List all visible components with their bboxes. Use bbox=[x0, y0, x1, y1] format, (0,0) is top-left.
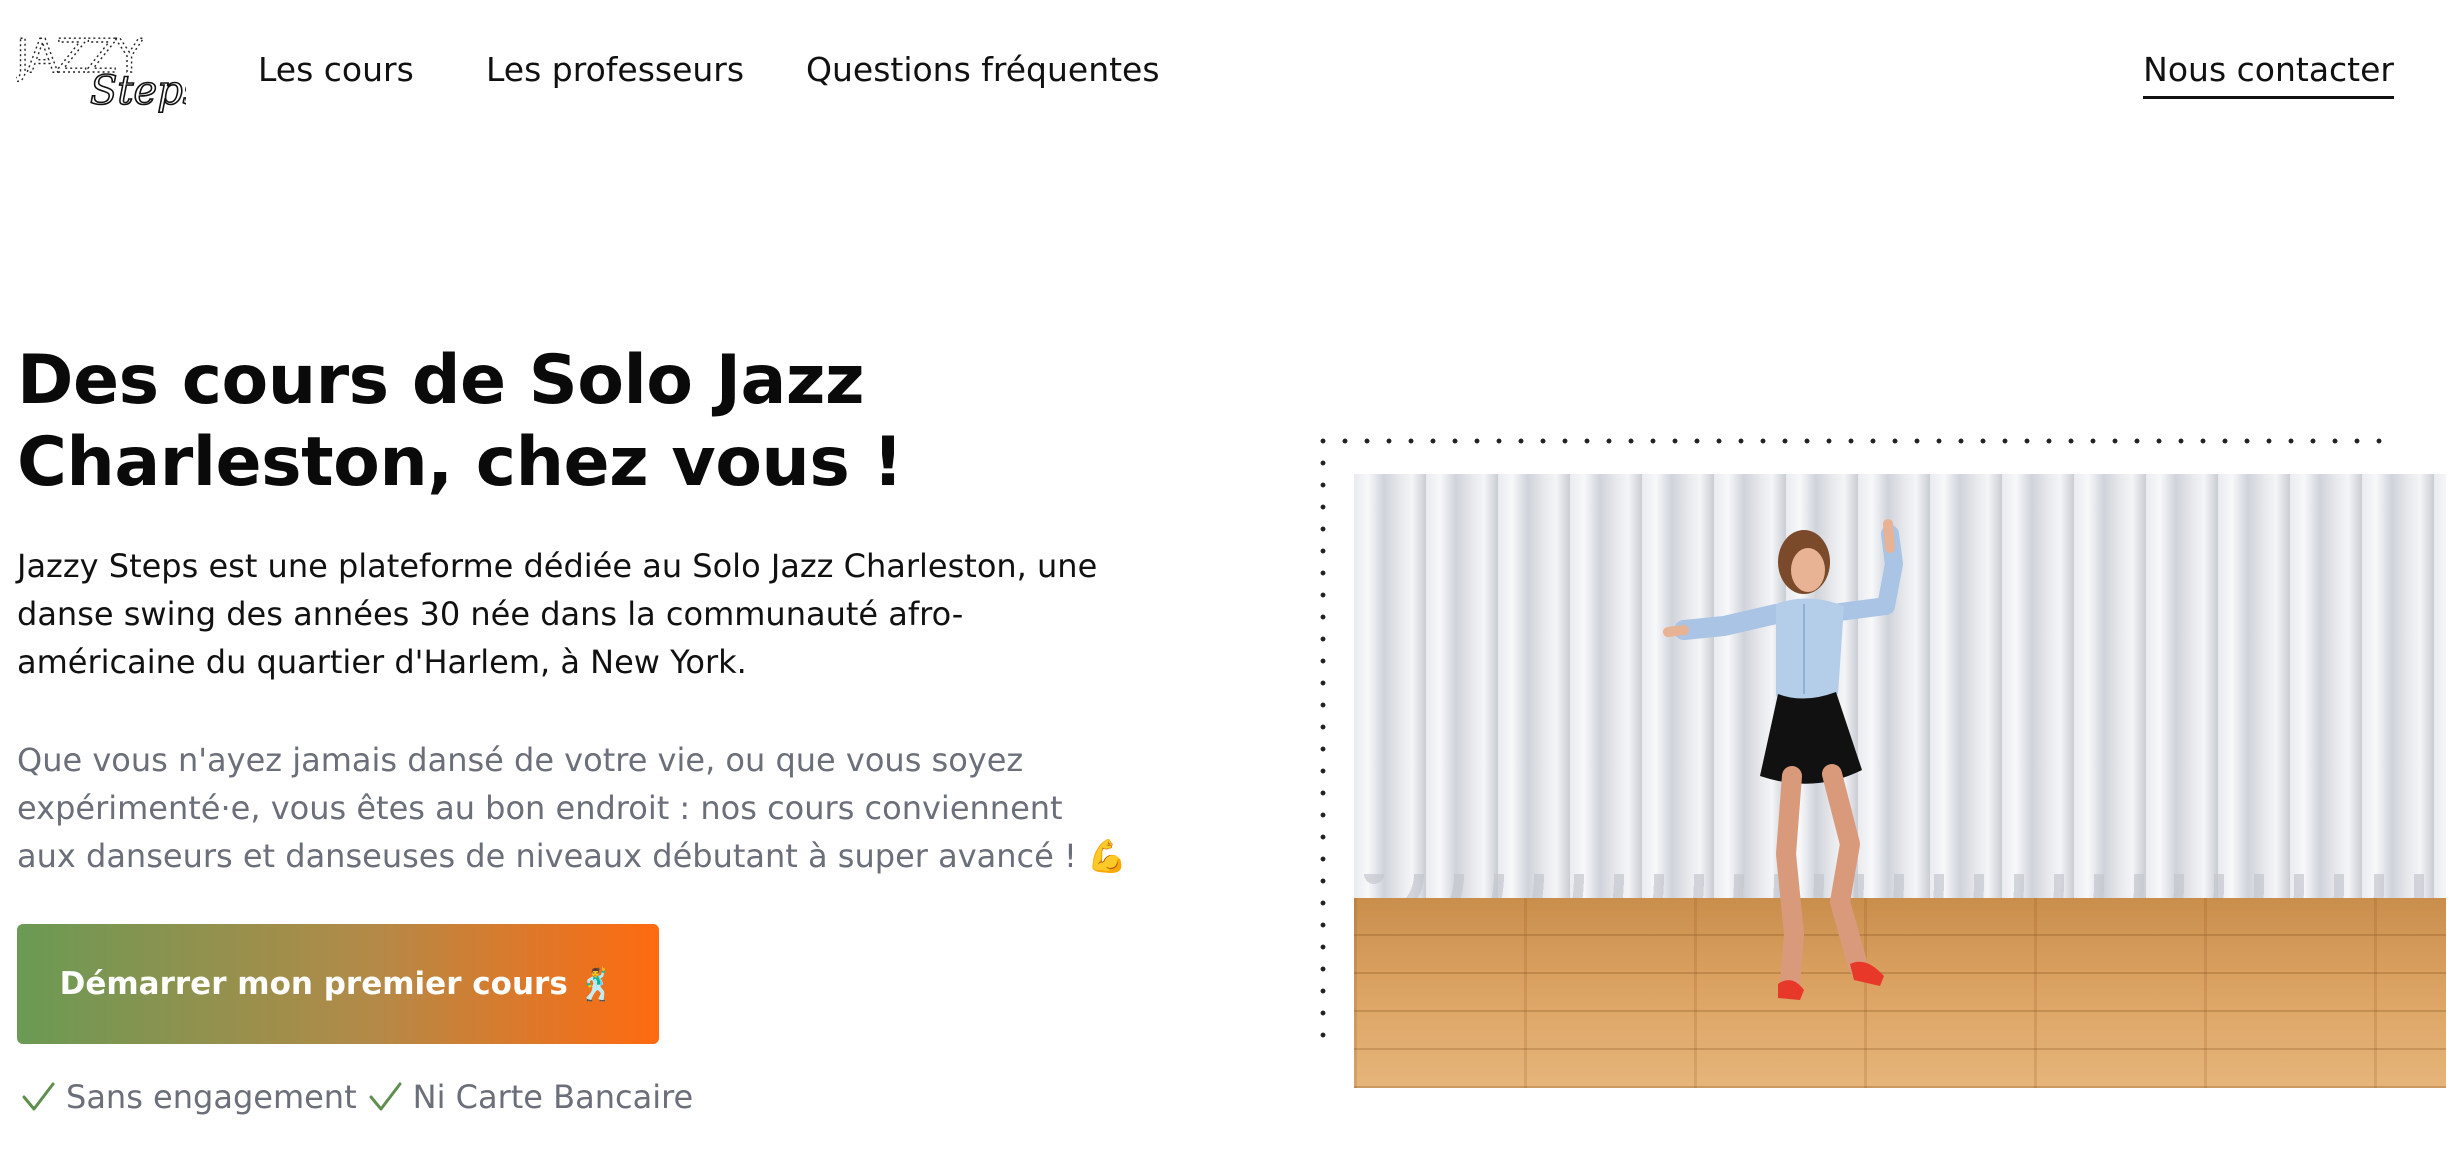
perks-row: Sans engagement Ni Carte Bancaire bbox=[20, 1075, 693, 1119]
check-icon bbox=[369, 1082, 402, 1111]
nav-teachers[interactable]: Les professeurs bbox=[486, 50, 744, 89]
jazzy-steps-logo[interactable]: JAZZY Steps bbox=[16, 28, 186, 114]
dancer-emoji: 🕺 bbox=[577, 966, 617, 1003]
check-icon bbox=[22, 1082, 55, 1111]
nav-courses[interactable]: Les cours bbox=[258, 50, 414, 89]
start-first-course-button[interactable]: Démarrer mon premier cours 🕺 bbox=[17, 924, 659, 1044]
hero-dance-video[interactable] bbox=[1354, 474, 2446, 1088]
perk-no-credit-card: Ni Carte Bancaire bbox=[412, 1078, 694, 1116]
perk-no-commitment: Sans engagement bbox=[66, 1078, 357, 1116]
cta-label: Démarrer mon premier cours bbox=[59, 966, 568, 1002]
dotted-decoration-left bbox=[1312, 452, 1338, 1044]
hero-sub-paragraph: Que vous n'ayez jamais dansé de votre vi… bbox=[17, 741, 1127, 875]
landing-page: JAZZY Steps Les cours Les professeurs Qu… bbox=[0, 0, 2464, 1154]
hero-lead-paragraph: Jazzy Steps est une plateforme dédiée au… bbox=[17, 547, 1098, 681]
dancer-figure bbox=[1663, 519, 1903, 1000]
hero-title: Des cours de Solo Jazz Charleston, chez … bbox=[17, 341, 903, 502]
dotted-decoration-top bbox=[1312, 430, 2384, 456]
svg-text:Steps: Steps bbox=[90, 68, 186, 114]
contact-link[interactable]: Nous contacter bbox=[2143, 50, 2394, 99]
nav-faq[interactable]: Questions fréquentes bbox=[806, 50, 1160, 89]
